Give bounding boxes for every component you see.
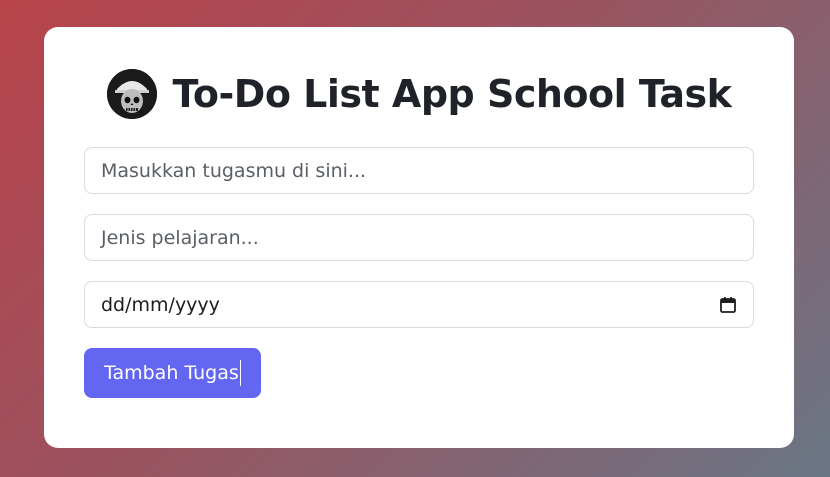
text-cursor [239,360,241,386]
add-task-button-label: Tambah Tugas [104,362,239,384]
header: To-Do List App School Task [84,67,754,121]
page-title: To-Do List App School Task [172,72,732,116]
task-input-placeholder: Masukkan tugasmu di sini... [101,159,367,182]
todo-card: To-Do List App School Task Masukkan tuga… [44,27,794,448]
calendar-icon[interactable] [719,296,737,314]
add-task-button[interactable]: Tambah Tugas [84,348,261,398]
subject-input[interactable]: Jenis pelajaran... [84,214,754,261]
due-date-placeholder: dd/mm/yyyy [101,293,220,316]
subject-input-placeholder: Jenis pelajaran... [101,226,259,249]
task-input[interactable]: Masukkan tugasmu di sini... [84,147,754,194]
due-date-input[interactable]: dd/mm/yyyy [84,281,754,328]
skull-avatar-icon [106,69,157,119]
